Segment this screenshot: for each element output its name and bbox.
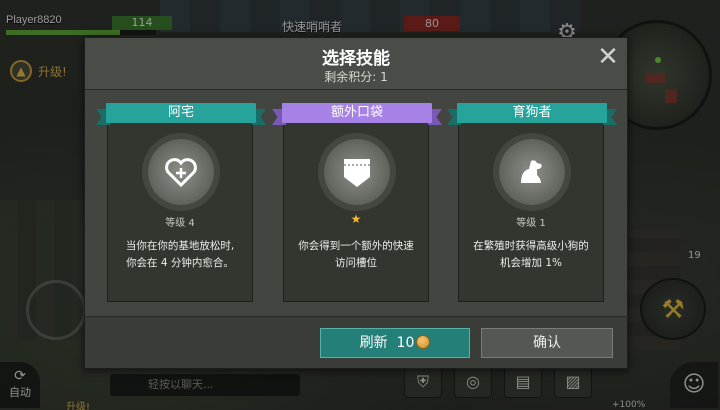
confirm-button[interactable]: 确认 <box>481 328 613 358</box>
skill-card-dog-breeder[interactable]: 育狗者 等级 1 在繁殖时获得高级小狗的 机会增加 1% <box>447 103 617 302</box>
close-icon[interactable]: ✕ <box>593 42 623 72</box>
dialog-title: 选择技能 <box>322 49 390 69</box>
skill-name: 育狗者 <box>457 103 607 123</box>
refresh-label: 刷新 <box>359 335 388 351</box>
skill-select-dialog: 选择技能 剩余积分: 1 ✕ 阿宅 等级 4 当你在你的基地放松时, 你会在 4… <box>84 37 628 369</box>
skill-ribbon: 额外口袋 <box>272 103 442 127</box>
refresh-cost: 10 <box>396 335 415 351</box>
skill-badge <box>499 139 565 205</box>
star-icon: ★ <box>350 212 362 226</box>
remaining-points: 剩余积分: 1 <box>324 70 388 84</box>
skill-ribbon: 阿宅 <box>96 103 266 127</box>
dialog-header: 选择技能 剩余积分: 1 ✕ <box>85 38 627 90</box>
skill-description: 在繁殖时获得高级小狗的 机会增加 1% <box>473 240 589 269</box>
coin-icon <box>416 335 431 349</box>
skill-description: 你会得到一个额外的快速 访问槽位 <box>298 240 414 269</box>
skill-badge <box>324 139 390 205</box>
skill-name: 额外口袋 <box>282 103 432 123</box>
dog-icon <box>499 139 565 205</box>
heart-plus-icon <box>148 139 214 205</box>
refresh-button[interactable]: 刷新 10 <box>320 328 470 358</box>
skill-level: 等级 4 <box>165 218 195 229</box>
pocket-icon <box>324 139 390 205</box>
skill-description: 当你在你的基地放松时, 你会在 4 分钟内愈合。 <box>125 240 235 269</box>
skill-card-extra-pocket[interactable]: 额外口袋 ★ 你会得到一个额外的快速 访问槽位 <box>272 103 442 302</box>
dialog-footer: 刷新 10 确认 <box>85 316 627 368</box>
skill-name: 阿宅 <box>106 103 256 123</box>
skill-card-homebody[interactable]: 阿宅 等级 4 当你在你的基地放松时, 你会在 4 分钟内愈合。 <box>96 103 266 302</box>
skill-ribbon: 育狗者 <box>447 103 617 127</box>
skill-badge <box>148 139 214 205</box>
skill-level: 等级 1 <box>516 218 546 229</box>
